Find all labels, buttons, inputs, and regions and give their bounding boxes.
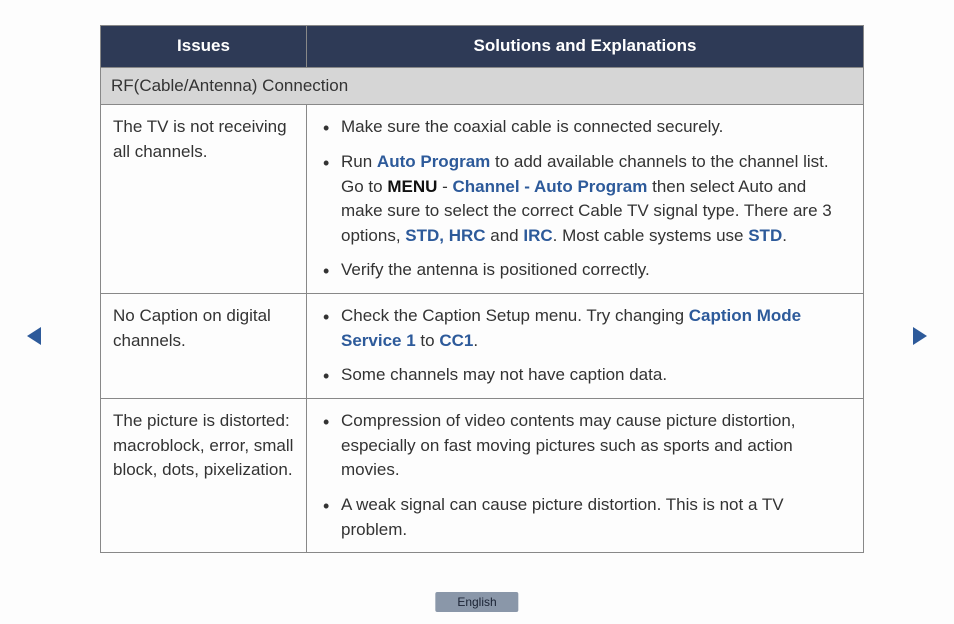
highlight-text: CC1 [439, 331, 473, 350]
prev-page-button[interactable] [25, 325, 43, 347]
col-header-solutions: Solutions and Explanations [307, 26, 864, 68]
highlight-text: Channel - Auto Program [452, 177, 647, 196]
language-badge: English [435, 592, 518, 612]
next-page-button[interactable] [911, 325, 929, 347]
solution-cell: Check the Caption Setup menu. Try changi… [307, 294, 864, 399]
highlight-text: IRC [523, 226, 552, 245]
section-header: RF(Cable/Antenna) Connection [101, 67, 864, 105]
table-row: The TV is not receiving all channels. Ma… [101, 105, 864, 294]
list-item: Some channels may not have caption data. [319, 363, 851, 388]
list-item: Verify the antenna is positioned correct… [319, 258, 851, 283]
troubleshoot-table: Issues Solutions and Explanations RF(Cab… [100, 25, 864, 553]
highlight-text: STD [748, 226, 782, 245]
table-row: No Caption on digital channels. Check th… [101, 294, 864, 399]
list-item: Compression of video contents may cause … [319, 409, 851, 483]
highlight-text: Auto Program [377, 152, 490, 171]
solution-cell: Compression of video contents may cause … [307, 399, 864, 553]
issue-cell: The TV is not receiving all channels. [101, 105, 307, 294]
issue-cell: No Caption on digital channels. [101, 294, 307, 399]
col-header-issues: Issues [101, 26, 307, 68]
issue-cell: The picture is distorted: macroblock, er… [101, 399, 307, 553]
bold-text: MENU [387, 177, 437, 196]
highlight-text: STD, HRC [405, 226, 485, 245]
table-row: The picture is distorted: macroblock, er… [101, 399, 864, 553]
list-item: Run Auto Program to add available channe… [319, 150, 851, 249]
list-item: Check the Caption Setup menu. Try changi… [319, 304, 851, 353]
list-item: A weak signal can cause picture distorti… [319, 493, 851, 542]
solution-cell: Make sure the coaxial cable is connected… [307, 105, 864, 294]
list-item: Make sure the coaxial cable is connected… [319, 115, 851, 140]
